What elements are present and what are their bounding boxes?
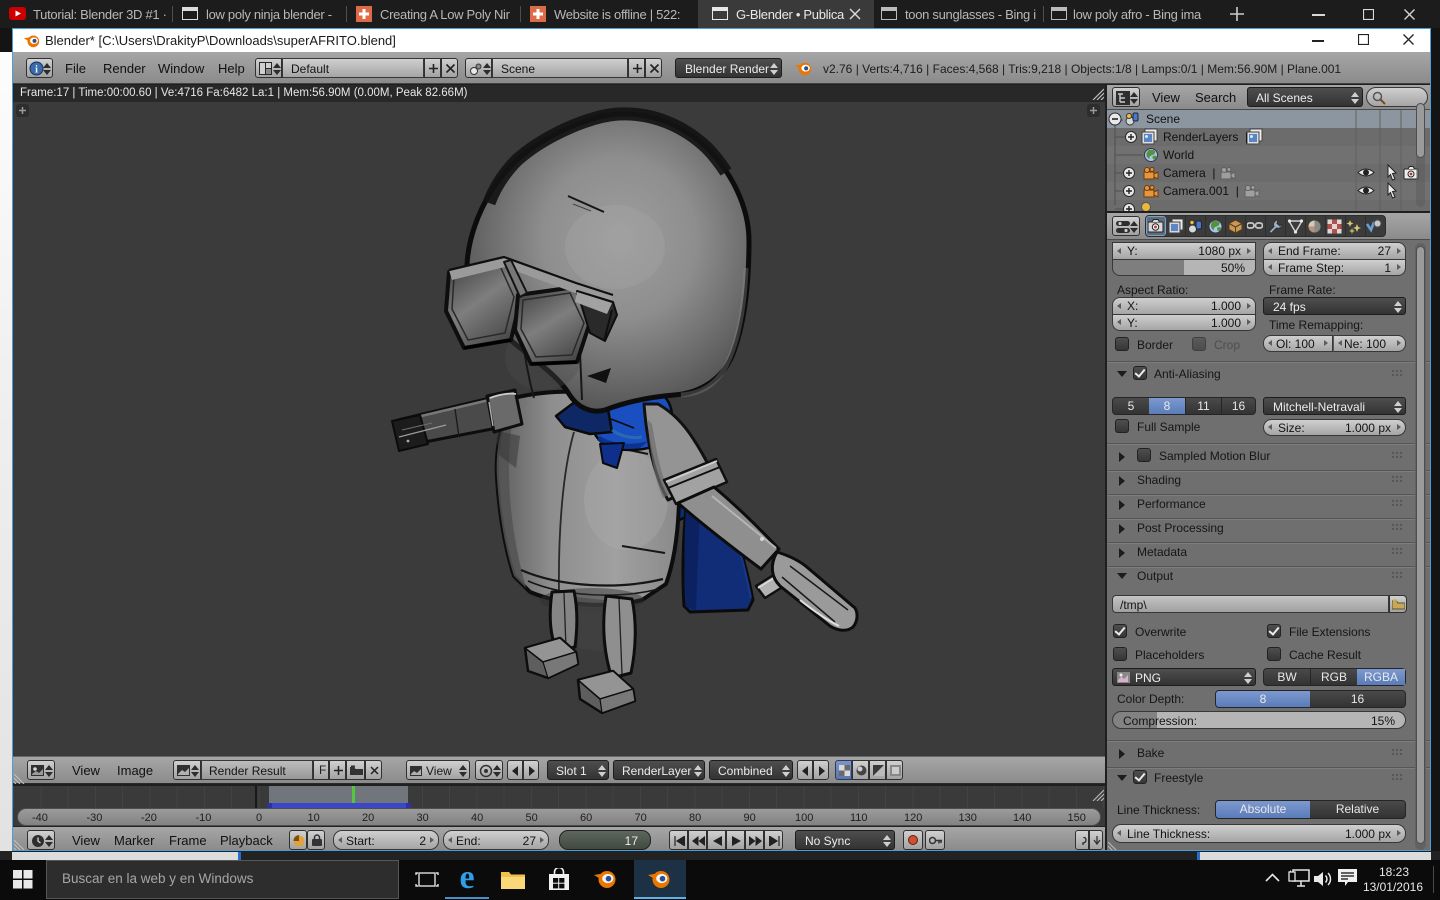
svg-text:i: i [35,65,38,76]
